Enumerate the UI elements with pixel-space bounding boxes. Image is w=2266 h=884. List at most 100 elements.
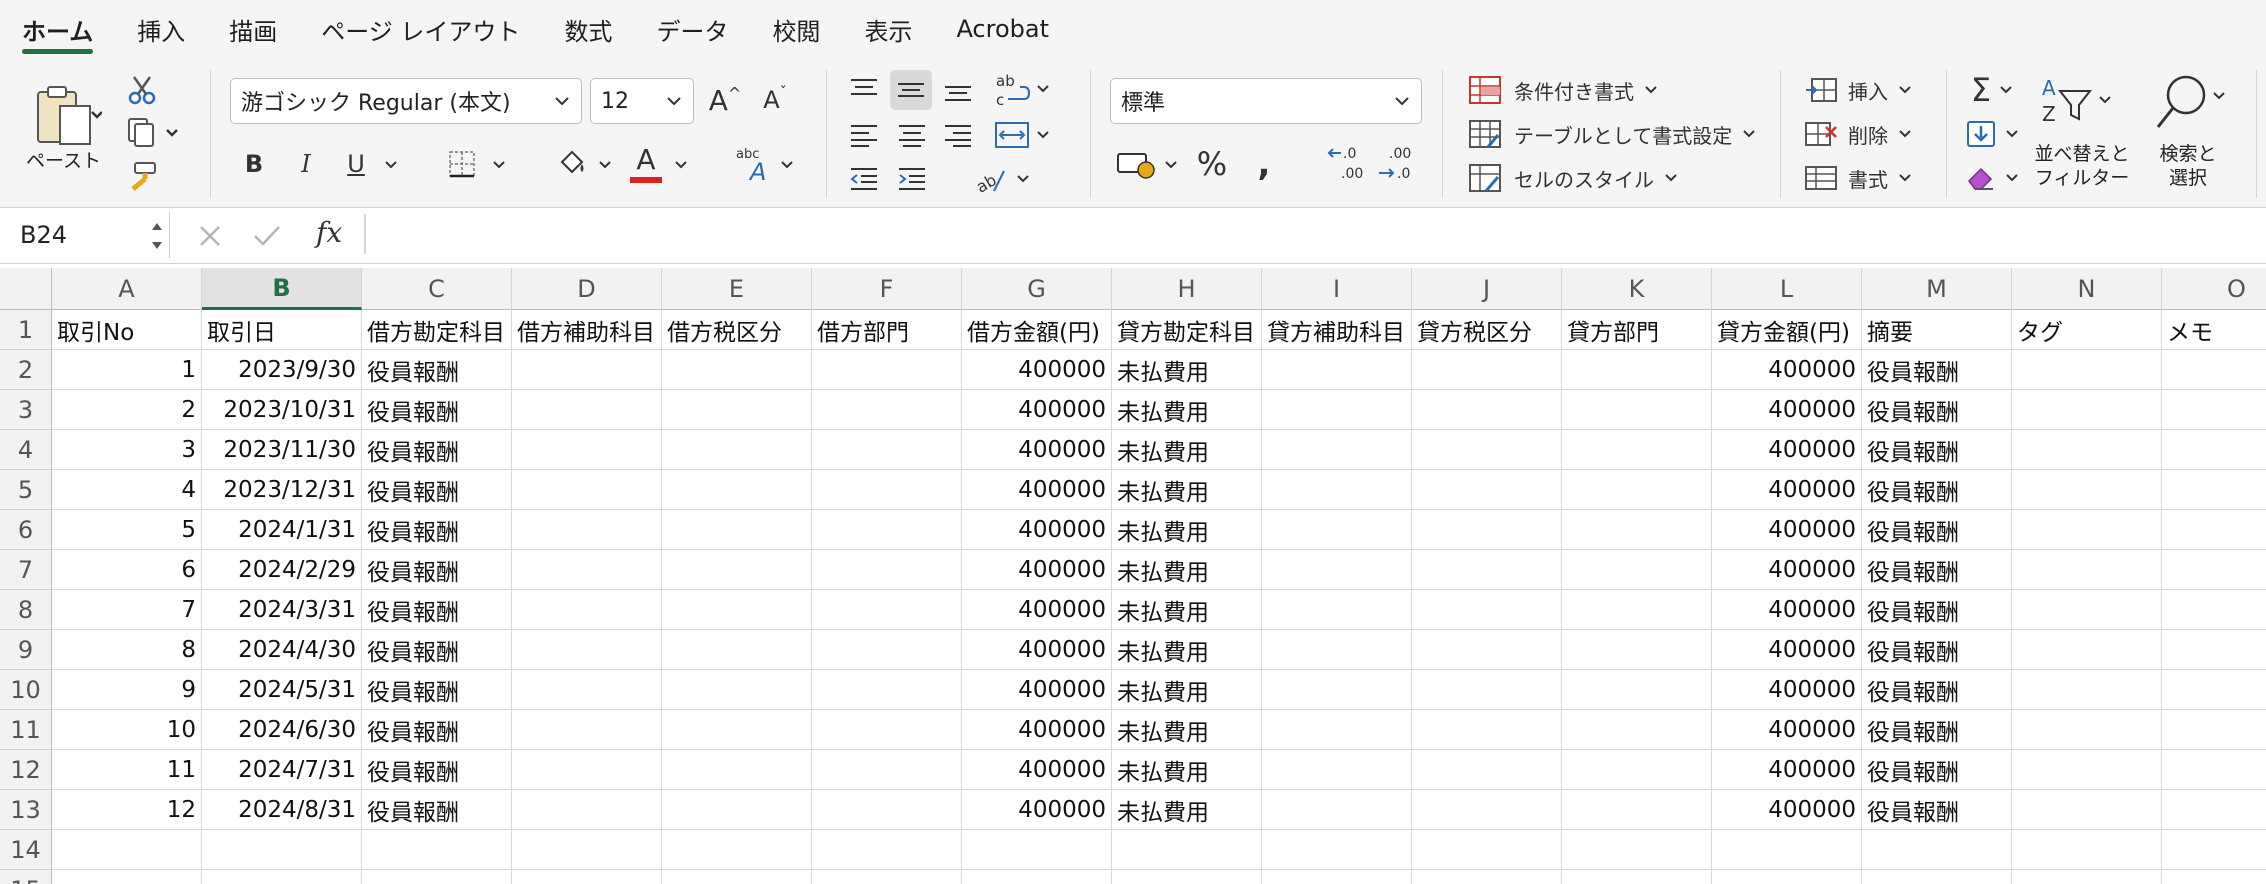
table-cell[interactable]: 400000 [962, 630, 1112, 670]
cancel-entry-icon[interactable] [196, 222, 224, 250]
table-cell[interactable] [2012, 470, 2162, 510]
table-cell[interactable] [1412, 670, 1562, 710]
column-header-n[interactable]: N [2012, 268, 2162, 310]
table-cell[interactable] [2162, 750, 2266, 790]
table-cell[interactable]: 400000 [1712, 350, 1862, 390]
table-cell[interactable]: 2024/3/31 [202, 590, 362, 630]
tab-view[interactable]: 表示 [842, 0, 934, 58]
table-cell[interactable] [662, 390, 812, 430]
table-cell[interactable]: 役員報酬 [362, 630, 512, 670]
table-cell[interactable] [662, 790, 812, 830]
table-cell[interactable] [2012, 750, 2162, 790]
table-cell[interactable] [662, 550, 812, 590]
table-cell[interactable]: 役員報酬 [1862, 390, 2012, 430]
table-cell[interactable]: 未払費用 [1112, 750, 1262, 790]
table-cell[interactable]: 役員報酬 [1862, 590, 2012, 630]
table-cell[interactable]: 未払費用 [1112, 390, 1262, 430]
table-cell[interactable] [52, 830, 202, 870]
table-cell[interactable] [1262, 390, 1412, 430]
increase-font-size-button[interactable]: A ^ [706, 80, 744, 120]
table-cell[interactable]: 2024/6/30 [202, 710, 362, 750]
table-cell[interactable] [1262, 670, 1412, 710]
chevron-down-icon[interactable] [674, 158, 688, 172]
table-cell[interactable]: 役員報酬 [362, 550, 512, 590]
decrease-indent-button[interactable] [846, 162, 882, 196]
table-cell[interactable]: 2023/10/31 [202, 390, 362, 430]
table-cell[interactable] [1262, 430, 1412, 470]
table-cell[interactable]: 400000 [1712, 470, 1862, 510]
table-cell[interactable]: 役員報酬 [1862, 430, 2012, 470]
table-cell[interactable] [2162, 430, 2266, 470]
table-cell[interactable] [2162, 510, 2266, 550]
table-cell[interactable] [2012, 590, 2162, 630]
table-cell[interactable]: 8 [52, 630, 202, 670]
header-cell[interactable]: 貸方部門 [1562, 310, 1712, 350]
sort-filter-button[interactable]: A Z [2036, 72, 2126, 132]
table-cell[interactable] [512, 870, 662, 884]
table-cell[interactable] [512, 510, 662, 550]
table-cell[interactable] [1262, 590, 1412, 630]
table-cell[interactable] [2162, 390, 2266, 430]
table-cell[interactable] [2012, 630, 2162, 670]
table-cell[interactable]: 役員報酬 [1862, 750, 2012, 790]
table-cell[interactable] [1562, 510, 1712, 550]
table-cell[interactable] [2162, 630, 2266, 670]
table-cell[interactable]: 400000 [962, 710, 1112, 750]
table-cell[interactable] [1262, 470, 1412, 510]
table-cell[interactable] [512, 590, 662, 630]
number-format-dropdown[interactable]: 標準 [1110, 78, 1422, 124]
table-cell[interactable] [512, 750, 662, 790]
insert-cells-button[interactable]: 挿入 [1804, 72, 1934, 108]
header-cell[interactable]: 取引No [52, 310, 202, 350]
tab-data[interactable]: データ [634, 0, 750, 58]
table-cell[interactable] [1562, 470, 1712, 510]
align-top-button[interactable] [846, 72, 882, 106]
table-cell[interactable] [1412, 870, 1562, 884]
row-header[interactable]: 3 [0, 390, 52, 430]
table-cell[interactable] [962, 830, 1112, 870]
header-cell[interactable]: 借方補助科目 [512, 310, 662, 350]
table-cell[interactable] [1862, 870, 2012, 884]
table-cell[interactable] [1262, 870, 1412, 884]
table-cell[interactable]: 400000 [962, 350, 1112, 390]
row-header[interactable]: 12 [0, 750, 52, 790]
table-cell[interactable] [2162, 870, 2266, 884]
header-cell[interactable]: 借方税区分 [662, 310, 812, 350]
row-header[interactable]: 13 [0, 790, 52, 830]
chevron-down-icon[interactable] [492, 158, 506, 172]
table-cell[interactable] [812, 710, 962, 750]
table-cell[interactable] [2012, 510, 2162, 550]
table-cell[interactable]: 400000 [1712, 790, 1862, 830]
table-cell[interactable] [1412, 510, 1562, 550]
copy-button[interactable] [124, 116, 182, 148]
table-cell[interactable] [812, 590, 962, 630]
table-cell[interactable] [2012, 430, 2162, 470]
chevron-down-icon[interactable] [384, 158, 398, 172]
table-cell[interactable]: 未払費用 [1112, 510, 1262, 550]
table-cell[interactable] [1562, 390, 1712, 430]
table-cell[interactable] [1262, 350, 1412, 390]
column-header-f[interactable]: F [812, 268, 962, 310]
header-cell[interactable]: タグ [2012, 310, 2162, 350]
table-cell[interactable] [2162, 470, 2266, 510]
table-cell[interactable] [2012, 670, 2162, 710]
table-cell[interactable] [2162, 550, 2266, 590]
header-cell[interactable]: 貸方補助科目 [1262, 310, 1412, 350]
table-cell[interactable] [662, 870, 812, 884]
align-middle-button[interactable] [890, 70, 932, 110]
table-cell[interactable] [1412, 630, 1562, 670]
table-cell[interactable]: 役員報酬 [1862, 510, 2012, 550]
tab-formulas[interactable]: 数式 [542, 0, 634, 58]
format-as-table-button[interactable]: テーブルとして書式設定 [1468, 116, 1788, 152]
table-cell[interactable] [1412, 390, 1562, 430]
table-cell[interactable] [2012, 790, 2162, 830]
borders-button[interactable] [444, 146, 480, 182]
table-cell[interactable]: 2 [52, 390, 202, 430]
table-cell[interactable] [1862, 830, 2012, 870]
table-cell[interactable]: 1 [52, 350, 202, 390]
table-cell[interactable]: 2024/1/31 [202, 510, 362, 550]
table-cell[interactable] [1412, 750, 1562, 790]
header-cell[interactable]: 借方部門 [812, 310, 962, 350]
table-cell[interactable]: 未払費用 [1112, 590, 1262, 630]
fill-color-button[interactable] [552, 144, 592, 184]
